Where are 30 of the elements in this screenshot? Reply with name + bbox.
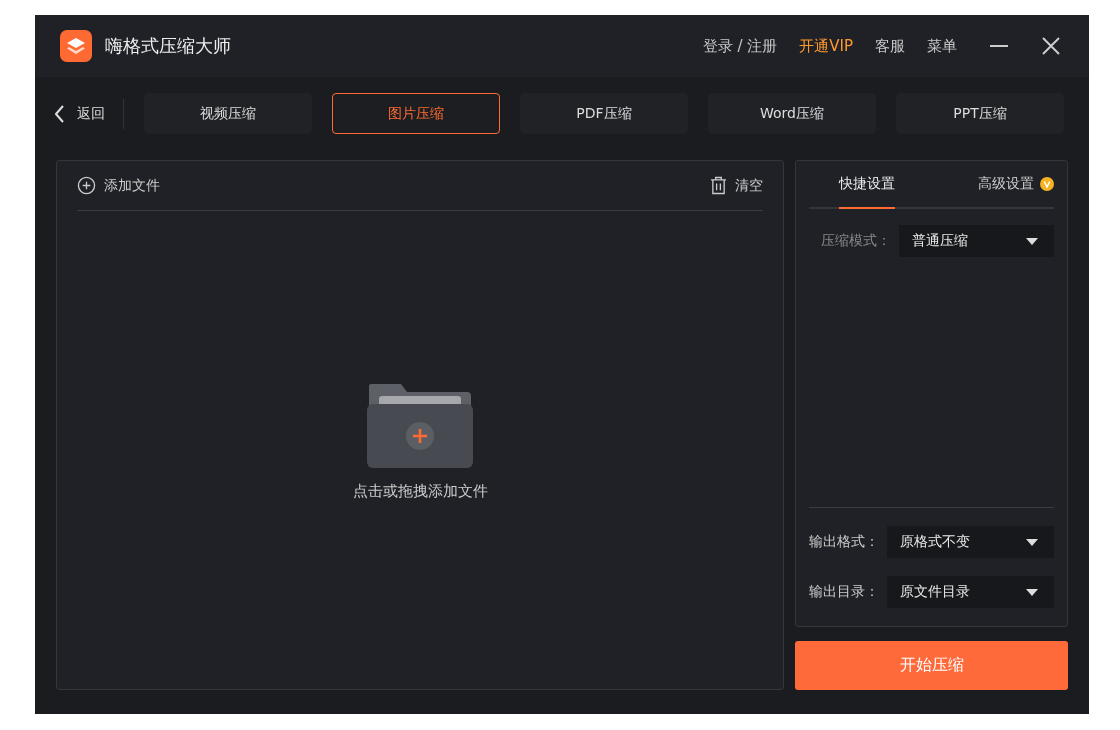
caret-down-icon xyxy=(1026,538,1038,546)
header-link[interactable]: 客服 xyxy=(875,36,905,56)
add-file-button[interactable]: 添加文件 xyxy=(77,176,160,195)
category-tab[interactable]: PPT压缩 xyxy=(896,93,1064,134)
clear-button[interactable]: 清空 xyxy=(710,176,763,195)
caret-down-icon xyxy=(1026,588,1038,596)
field-label: 输出目录： xyxy=(809,583,879,601)
chevron-left-icon xyxy=(55,104,65,123)
header-link[interactable]: 菜单 xyxy=(927,36,957,56)
close-icon[interactable] xyxy=(1041,36,1061,56)
window-title: 嗨格式压缩大师 xyxy=(105,34,231,58)
header-link[interactable]: 开通VIP xyxy=(799,36,853,56)
field-label: 压缩模式： xyxy=(821,232,891,250)
settings-tab[interactable]: 快捷设置 xyxy=(839,161,895,209)
mode-dropdown[interactable]: 普通压缩 xyxy=(899,225,1054,257)
caret-down-icon xyxy=(1026,237,1038,245)
drop-hint: 点击或拖拽添加文件 xyxy=(352,481,488,501)
category-tab[interactable]: PDF压缩 xyxy=(520,93,688,134)
field-label: 输出格式： xyxy=(809,533,879,551)
app-logo-icon xyxy=(60,30,92,62)
back-button[interactable]: 返回 xyxy=(55,104,105,123)
category-tab[interactable]: Word压缩 xyxy=(708,93,876,134)
trash-icon xyxy=(710,176,727,195)
header-link[interactable]: 登录 / 注册 xyxy=(702,36,778,56)
plus-circle-icon xyxy=(77,176,96,195)
category-tab[interactable]: 视频压缩 xyxy=(144,93,312,134)
output-dropdown[interactable]: 原文件目录 xyxy=(887,576,1054,608)
output-dropdown[interactable]: 原格式不变 xyxy=(887,526,1054,558)
settings-tab[interactable]: 高级设置 xyxy=(978,161,1054,209)
category-tab[interactable]: 图片压缩 xyxy=(332,93,500,134)
